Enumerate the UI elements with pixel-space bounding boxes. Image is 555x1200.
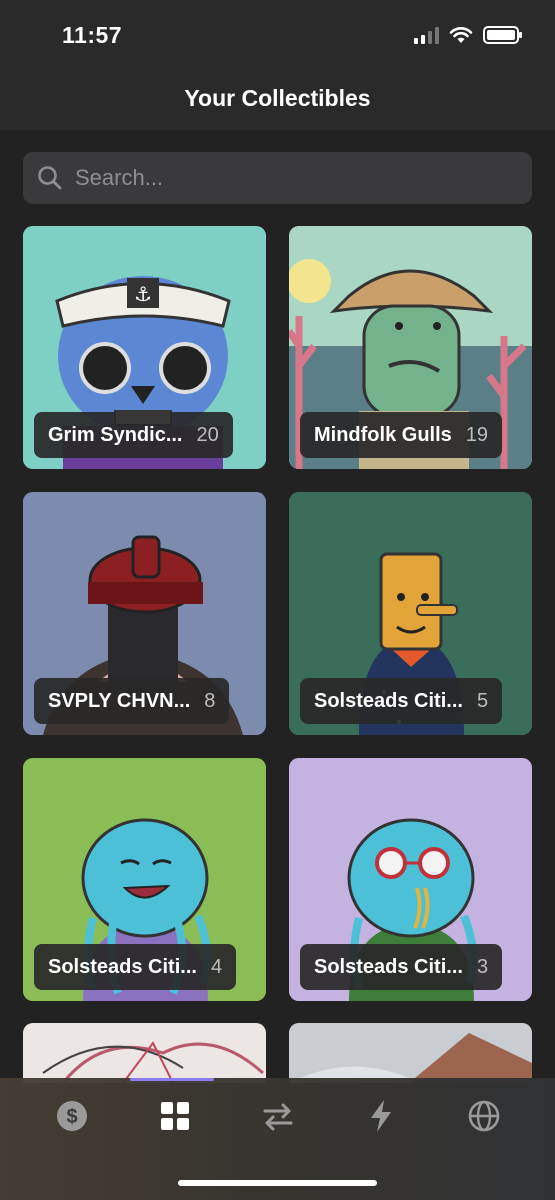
header: Your Collectibles <box>0 72 555 130</box>
dollar-icon: $ <box>56 1101 87 1131</box>
collection-label: Mindfolk Gulls 19 <box>300 412 503 458</box>
collection-name: Grim Syndic... <box>48 423 183 446</box>
status-time: 11:57 <box>62 22 123 48</box>
collection-card[interactable]: Solsteads Citi... 3 <box>289 758 532 1001</box>
collection-label: Solsteads Citi... 4 <box>34 944 237 990</box>
status-bar: 11:57 <box>0 0 555 72</box>
collection-count: 19 <box>465 423 489 446</box>
search-input[interactable] <box>75 165 495 191</box>
collection-count: 4 <box>210 955 223 978</box>
lightning-icon <box>370 1100 391 1132</box>
collection-card-partial[interactable] <box>289 1023 532 1083</box>
search-bar[interactable] <box>23 152 532 204</box>
wifi-icon <box>449 27 473 43</box>
collection-card[interactable]: Solsteads Citi... 4 <box>23 758 266 1001</box>
next-row-partial <box>23 1023 532 1083</box>
collection-label: Solsteads Citi... 3 <box>300 944 503 990</box>
grid-icon <box>160 1102 189 1130</box>
collection-label: SVPLY CHVN... 8 <box>34 678 230 724</box>
svg-text:⚓: ⚓ <box>134 284 152 306</box>
status-icons <box>414 26 522 44</box>
battery-icon <box>483 26 522 44</box>
collectibles-grid: ⚓ Grim Syndic... 20 Mindfolk Gulls 19 SV… <box>23 226 532 1001</box>
nft-thumbnail <box>289 1023 532 1083</box>
collection-count: 3 <box>476 955 489 978</box>
collection-label: Grim Syndic... 20 <box>34 412 233 458</box>
collection-name: Solsteads Citi... <box>314 689 463 712</box>
tab-activity[interactable] <box>361 1096 401 1136</box>
collection-card[interactable]: Mindfolk Gulls 19 <box>289 226 532 469</box>
active-tab-indicator <box>130 1078 214 1081</box>
collection-name: Solsteads Citi... <box>48 955 197 978</box>
svg-text:$: $ <box>66 1106 77 1128</box>
swap-icon <box>263 1103 292 1131</box>
page-title: Your Collectibles <box>184 84 371 111</box>
nft-thumbnail <box>23 1023 266 1083</box>
collection-count: 20 <box>196 423 219 446</box>
home-indicator[interactable] <box>178 1180 377 1186</box>
collection-card-partial[interactable] <box>23 1023 266 1083</box>
cellular-signal-icon <box>414 26 439 44</box>
collection-count: 5 <box>476 689 489 712</box>
tab-wallet[interactable]: $ <box>52 1096 92 1136</box>
collection-card[interactable]: SVPLY CHVN... 8 <box>23 492 266 735</box>
collection-label: Solsteads Citi... 5 <box>300 678 503 724</box>
collection-name: SVPLY CHVN... <box>48 689 191 712</box>
search-icon <box>38 166 62 190</box>
collection-card[interactable]: Solsteads Citi... 5 <box>289 492 532 735</box>
globe-icon <box>468 1100 499 1132</box>
tab-browser[interactable] <box>464 1096 504 1136</box>
collection-name: Solsteads Citi... <box>314 955 463 978</box>
tab-swap[interactable] <box>258 1096 298 1136</box>
collection-card[interactable]: ⚓ Grim Syndic... 20 <box>23 226 266 469</box>
collection-count: 8 <box>204 689 216 712</box>
collection-name: Mindfolk Gulls <box>314 423 452 446</box>
tab-collectibles[interactable] <box>155 1096 195 1136</box>
